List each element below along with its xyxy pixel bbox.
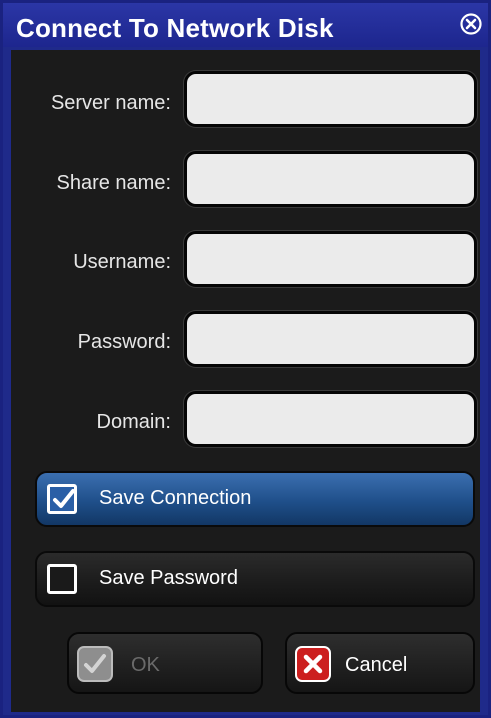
save-connection-checkbox[interactable] bbox=[47, 484, 77, 514]
save-password-label: Save Password bbox=[99, 567, 238, 589]
cancel-x-icon bbox=[295, 646, 331, 682]
share-name-label: Share name: bbox=[56, 172, 171, 194]
domain-label: Domain: bbox=[96, 411, 171, 433]
save-password-toggle[interactable]: Save Password bbox=[35, 551, 475, 607]
cancel-button[interactable]: Cancel bbox=[285, 632, 475, 694]
server-name-label: Server name: bbox=[50, 92, 171, 114]
password-input[interactable] bbox=[184, 311, 477, 367]
checkmark-icon bbox=[53, 489, 75, 508]
close-icon[interactable] bbox=[460, 13, 482, 35]
ok-label: OK bbox=[131, 654, 160, 676]
cancel-label: Cancel bbox=[345, 654, 408, 676]
password-label: Password: bbox=[77, 331, 171, 353]
network-disk-dialog: Connect To Network Disk Server name: Sha… bbox=[0, 0, 491, 718]
ok-button[interactable]: OK bbox=[67, 632, 263, 694]
dialog-body: Server name: Share name: Username: Passw… bbox=[11, 50, 480, 712]
dialog-title: Connect To Network Disk bbox=[16, 13, 334, 43]
domain-input[interactable] bbox=[184, 391, 477, 447]
username-input[interactable] bbox=[184, 231, 477, 287]
save-password-checkbox[interactable] bbox=[47, 564, 77, 594]
title-bar: Connect To Network Disk bbox=[3, 3, 488, 47]
server-name-input[interactable] bbox=[184, 71, 477, 127]
ok-checkmark-icon bbox=[77, 646, 113, 682]
save-connection-label: Save Connection bbox=[99, 487, 252, 509]
save-connection-toggle[interactable]: Save Connection bbox=[35, 471, 475, 527]
share-name-input[interactable] bbox=[184, 151, 477, 207]
username-label: Username: bbox=[73, 251, 171, 273]
